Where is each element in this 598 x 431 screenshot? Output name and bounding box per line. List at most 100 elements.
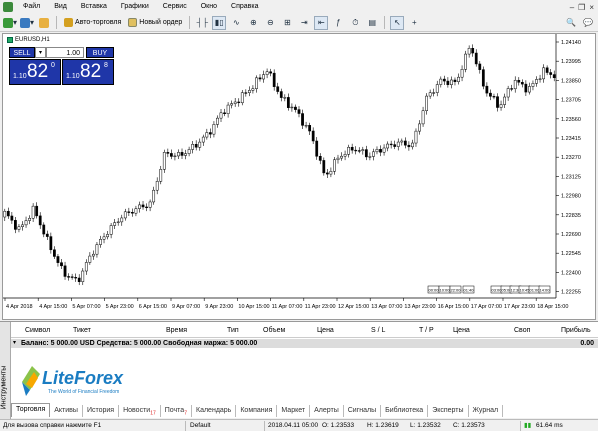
candle-body [272,72,276,87]
candle-body [389,143,393,146]
terminal-tab-label: Журнал [472,407,499,414]
col-sl[interactable]: S / L [371,327,385,334]
new-order-button[interactable]: Новый ордер [126,16,184,30]
periods-icon[interactable]: ⏱ [348,16,362,30]
terminal-tab[interactable]: Компания [236,405,278,417]
candle-body [421,110,425,125]
candle-body [56,256,60,263]
balance-row[interactable]: ▾ Баланс: 5 000.00 USD Средства: 5 000.0… [11,339,598,348]
price-tick-label: 1.24140 [561,40,581,46]
price-tick-label: 1.22980 [561,194,581,200]
autotrade-button[interactable]: Авто-торговля [62,16,123,30]
candle-body [262,74,265,80]
candle-body [315,140,319,157]
terminal-tab[interactable]: Журнал [469,405,504,417]
volume-input[interactable]: 1.00 [46,47,84,58]
terminal-tab[interactable]: Новости17 [119,405,161,417]
tile-windows-icon[interactable]: ⊞ [280,16,294,30]
price-tick-label: 1.23995 [561,59,581,65]
buy-label[interactable]: BUY [86,47,114,58]
terminal-tab[interactable]: Торговля [11,403,51,417]
time-tick-label: 9 Apr 07:00 [172,304,200,310]
status-close: C: 1.23573 [453,422,485,429]
col-swap[interactable]: Своп [514,327,530,334]
terminal-tab[interactable]: Календарь [192,405,237,417]
buy-button[interactable]: 1.10 82 8 [62,59,114,85]
status-open: O: 1.23533 [322,422,355,429]
zoom-out-icon[interactable]: ⊖ [263,16,277,30]
menu-file[interactable]: Файл [16,0,47,14]
buy-price-prefix: 1.10 [66,73,80,80]
autoscroll-icon[interactable]: ⇥ [297,16,311,30]
col-volume[interactable]: Объем [263,327,285,334]
candle-body [92,253,95,257]
candle-body [10,215,14,221]
bar-chart-icon[interactable]: ┤├ [195,16,209,30]
terminal-tab[interactable]: Алерты [310,405,344,417]
candle-body [481,69,485,87]
chat-icon[interactable]: 💬 [581,16,595,30]
col-price-current[interactable]: Цена [453,327,470,334]
candle-body [294,106,297,110]
candle-body [53,249,56,257]
volume-dropdown-icon[interactable]: ▾ [35,47,46,58]
close-icon[interactable]: × [589,3,594,12]
candle-body [311,130,315,142]
menu-insert[interactable]: Вставка [74,0,114,14]
menu-window[interactable]: Окно [194,0,224,14]
menu-help[interactable]: Справка [224,0,265,14]
terminal-tab-badge: 17 [150,410,156,417]
price-tick-label: 1.23125 [561,174,581,180]
restore-icon[interactable]: ❐ [578,3,585,12]
col-type[interactable]: Тип [227,327,239,334]
candle-body [106,234,109,238]
time-tick-label: 17 Apr 07:00 [471,304,502,310]
terminal-tab[interactable]: История [83,405,120,417]
terminal-tab[interactable]: Эксперты [428,405,469,417]
candle-body [325,172,329,175]
candle-body [127,211,131,213]
minimize-icon[interactable]: – [570,3,574,12]
col-price[interactable]: Цена [317,327,334,334]
col-ticket[interactable]: Тикет [73,327,91,334]
profiles-icon[interactable]: ▾ [20,16,34,30]
candle-body [308,125,312,132]
col-time[interactable]: Время [166,327,187,334]
line-chart-icon[interactable]: ∿ [229,16,243,30]
menu-tools[interactable]: Сервис [156,0,194,14]
candle-body [134,208,138,214]
col-symbol[interactable]: Символ [25,327,50,334]
candle-body [329,171,333,175]
candlestick-icon[interactable]: ▮▯ [212,15,227,30]
time-tick-label: 5 Apr 07:00 [72,304,100,310]
indicators-icon[interactable]: ƒ [331,16,345,30]
candle-body [382,147,386,153]
menu-view[interactable]: Вид [47,0,74,14]
terminal-tab[interactable]: Почта7 [161,405,192,417]
candle-body [379,149,382,153]
sell-label[interactable]: SELL [9,47,35,58]
new-chart-icon[interactable]: ▾ [3,16,17,30]
chart-shift-icon[interactable]: ⇤ [314,15,329,30]
col-tp[interactable]: T / P [419,327,434,334]
menu-charts[interactable]: Графики [114,0,156,14]
crosshair-icon[interactable]: + [407,16,421,30]
terminal-tab[interactable]: Сигналы [344,405,382,417]
candle-body [364,149,368,158]
candle-body [109,225,113,235]
status-help: Для вызова справки нажмите F1 [3,422,102,429]
candle-body [148,201,152,208]
terminal-tab[interactable]: Активы [50,405,83,417]
market-watch-icon[interactable] [37,16,51,30]
col-profit[interactable]: Прибыль [561,327,591,334]
cursor-icon[interactable]: ↖ [390,15,405,30]
sell-button[interactable]: 1.10 82 0 [9,59,61,85]
zoom-in-icon[interactable]: ⊕ [246,16,260,30]
terminal-tab[interactable]: Маркет [277,405,311,417]
candle-body [279,91,283,98]
candle-body [301,113,304,126]
search-icon[interactable]: 🔍 [564,16,578,30]
terminal-tab[interactable]: Библиотека [381,405,429,417]
chart-window[interactable]: 1.24140 1.23995 1.23850 1.23705 1.23560 1.234… [2,33,596,320]
templates-icon[interactable]: ▤ [365,16,379,30]
